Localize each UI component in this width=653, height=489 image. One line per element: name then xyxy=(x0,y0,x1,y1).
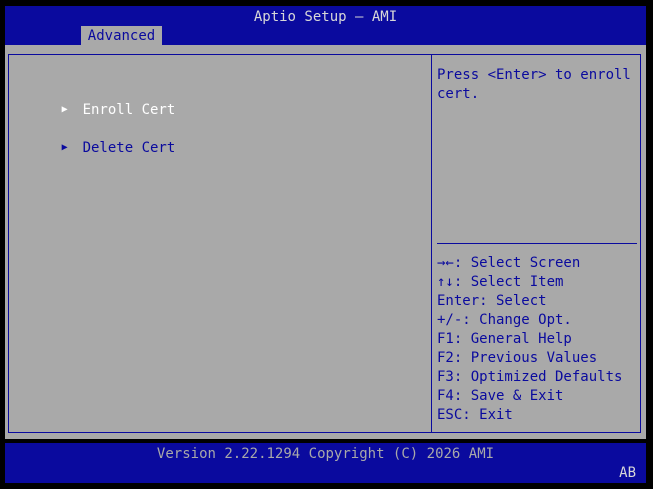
footer-bar: Version 2.22.1294 Copyright (C) 2026 AMI… xyxy=(5,443,646,483)
key-legend: →←: Select Screen ↑↓: Select Item Enter:… xyxy=(437,254,622,425)
main-panel: ▶ Enroll Cert ▶ Delete Cert Press <Enter> … xyxy=(5,45,646,439)
menu-item-delete-cert[interactable]: ▶ Delete Cert xyxy=(11,121,176,156)
menu-item-label: Enroll Cert xyxy=(82,102,176,118)
panel-divider xyxy=(431,54,432,433)
bios-screen: Aptio Setup – AMI Advanced ▶ Enroll Cert … xyxy=(0,0,653,489)
key-hint-enter: Enter: Select xyxy=(437,293,547,309)
key-hint-save-exit: F4: Save & Exit xyxy=(437,388,564,404)
app-title: Aptio Setup – AMI xyxy=(253,9,398,25)
submenu-arrow-icon: ▶ xyxy=(61,142,68,153)
help-separator xyxy=(437,243,637,244)
header-bar: Aptio Setup – AMI Advanced xyxy=(5,6,646,45)
help-text: Press <Enter> to enroll cert. xyxy=(437,67,640,102)
tab-advanced[interactable]: Advanced xyxy=(81,26,162,45)
key-hint-change-opt: +/-: Change Opt. xyxy=(437,312,572,328)
key-hint-previous-values: F2: Previous Values xyxy=(437,350,598,366)
menu-item-label: Delete Cert xyxy=(82,140,176,156)
version-text: Version 2.22.1294 Copyright (C) 2026 AMI xyxy=(156,446,495,462)
key-hint-select-screen: →←: Select Screen xyxy=(437,255,581,271)
submenu-arrow-icon: ▶ xyxy=(61,104,68,115)
key-hint-esc-exit: ESC: Exit xyxy=(437,407,513,423)
ab-badge: AB xyxy=(619,465,636,481)
key-hint-select-item: ↑↓: Select Item xyxy=(437,274,564,290)
key-hint-optimized-defaults: F3: Optimized Defaults xyxy=(437,369,623,385)
key-hint-general-help: F1: General Help xyxy=(437,331,572,347)
menu-item-enroll-cert[interactable]: ▶ Enroll Cert xyxy=(11,83,176,118)
